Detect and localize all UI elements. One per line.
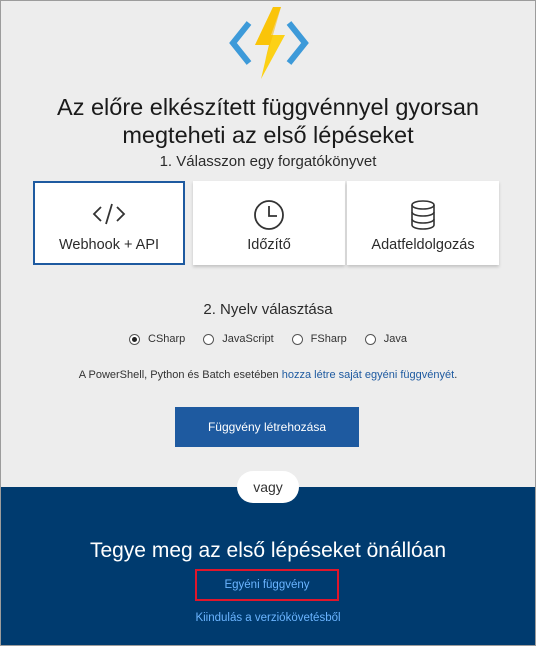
radio-button[interactable]	[129, 333, 140, 345]
code-icon	[35, 199, 183, 231]
database-icon	[347, 199, 499, 231]
create-function-button[interactable]: Függvény létrehozása	[175, 407, 359, 447]
radio-fsharp[interactable]: FSharp	[291, 333, 347, 345]
radio-button[interactable]	[364, 333, 376, 345]
get-started-title: Tegye meg az első lépéseket önállóan	[89, 539, 447, 562]
quickstart-section: Az előre elkészített függvénnyel gyorsan…	[1, 1, 535, 487]
radio-label: CSharp	[148, 333, 186, 345]
azure-functions-logo-icon	[229, 7, 309, 79]
radio-label: FSharp	[310, 333, 347, 345]
scenario-card-data-processing[interactable]: Adatfeldolgozás	[347, 181, 499, 265]
headline-line-2: megteheti az első lépéseket	[122, 122, 414, 148]
scenario-cards: Webhook + API Időzítő Adatfeldolgozás	[1, 181, 535, 267]
custom-function-inline-link[interactable]: hozza létre saját egyéni függvényét	[282, 369, 454, 381]
custom-function-link[interactable]: Egyéni függvény	[195, 569, 339, 601]
note-suffix: .	[454, 369, 458, 381]
quickstart-panel: Az előre elkészített függvénnyel gyorsan…	[0, 0, 536, 646]
radio-button[interactable]	[203, 333, 215, 345]
headline-line-1: Az előre elkészített függvénnyel gyorsan	[57, 94, 479, 120]
scenario-card-timer[interactable]: Időzítő	[193, 181, 345, 265]
page-headline: Az előre elkészített függvénnyel gyorsan…	[1, 93, 535, 149]
radio-csharp[interactable]: CSharp	[129, 333, 185, 345]
other-languages-note: A PowerShell, Python és Batch esetében h…	[1, 369, 535, 381]
scenario-label: Webhook + API	[58, 237, 160, 253]
clock-icon	[193, 199, 345, 231]
language-radio-group: CSharp JavaScript FSharp Java	[1, 329, 535, 349]
radio-button[interactable]	[291, 333, 303, 345]
radio-java[interactable]: Java	[364, 333, 407, 345]
start-from-version-control-link[interactable]: Kiindulás a verziókövetésből	[1, 612, 535, 624]
scenario-card-webhook-api[interactable]: Webhook + API	[33, 181, 185, 265]
or-divider: vagy	[237, 471, 299, 503]
scenario-label: Időzítő	[247, 237, 291, 253]
radio-javascript[interactable]: JavaScript	[203, 333, 274, 345]
radio-label: JavaScript	[222, 333, 274, 345]
note-prefix: A PowerShell, Python és Batch esetében	[78, 369, 282, 381]
radio-label: Java	[383, 333, 407, 345]
step1-label: 1. Válasszon egy forgatókönyvet	[159, 153, 377, 170]
scenario-label: Adatfeldolgozás	[371, 237, 475, 253]
step2-label: 2. Nyelv választása	[203, 301, 333, 318]
